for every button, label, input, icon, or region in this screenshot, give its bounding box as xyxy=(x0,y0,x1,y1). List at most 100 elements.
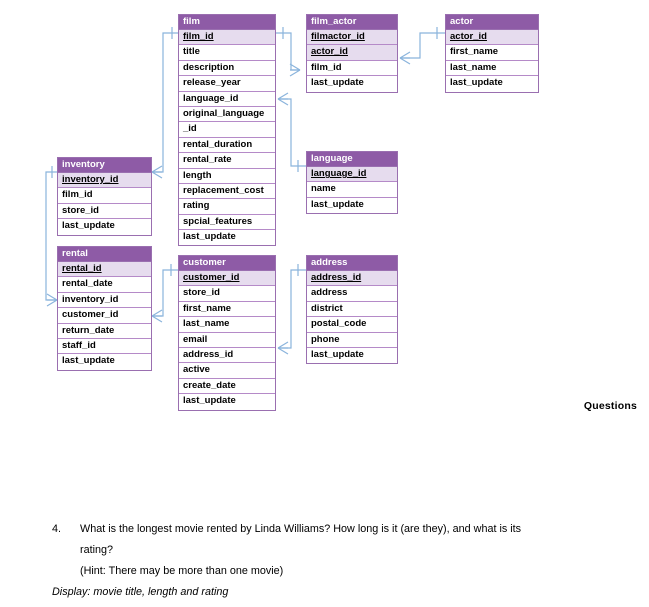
entity-actor: actor actor_id first_name last_name last_upd… xyxy=(445,14,539,93)
column-language-language_id: language_id xyxy=(307,167,397,183)
crowfoot-filmactor-actor-id xyxy=(399,51,411,65)
column-label: film_id xyxy=(183,31,214,42)
column-rental-rental_id: rental_id xyxy=(58,262,151,278)
column-label: original_language xyxy=(183,107,265,119)
column-rental-rental_date: rental_date xyxy=(58,277,151,293)
entity-language: language language_idname last_update xyxy=(306,151,398,215)
entity-customer: customer customer_id store_id first_name las… xyxy=(178,255,276,411)
column-label: staff_id xyxy=(62,339,96,351)
column-customer-last_update: last_update xyxy=(179,394,275,410)
column-label: last_update xyxy=(62,220,115,232)
column-rental-last_update: last_update xyxy=(58,354,151,370)
link-language-film xyxy=(278,98,306,167)
column-customer-store_id: store_id xyxy=(179,286,275,302)
column-label: length xyxy=(183,169,212,181)
column-rental-return_date: return_date xyxy=(58,323,151,339)
column-label: title xyxy=(183,46,200,58)
column-label: return_date xyxy=(62,324,115,336)
column-customer-first_name: first_name xyxy=(179,301,275,318)
column-actor-first_name: first_name xyxy=(446,45,538,61)
column-label: last_update xyxy=(311,348,364,360)
entity-header-address: address xyxy=(307,256,397,271)
question-text: What is the longest movie rented by Lind… xyxy=(80,523,522,535)
column-label: replacement_cost xyxy=(183,184,264,196)
column-film-rental_rate: rental_rate xyxy=(179,153,275,169)
question-number: 4. xyxy=(52,523,62,535)
column-label: district xyxy=(311,302,343,314)
crowfoot-rental-customer-id xyxy=(151,309,163,323)
column-film-title: title xyxy=(179,45,275,61)
column-label: store_id xyxy=(62,204,99,216)
column-film_actor-actor_id: actor_id xyxy=(307,45,397,61)
column-label: active xyxy=(183,364,210,376)
column-actor-last_name: last_name xyxy=(446,60,538,77)
column-inventory-last_update: last_update xyxy=(58,219,151,235)
column-label: actor_id xyxy=(311,46,348,58)
column-address-address: address xyxy=(307,286,397,302)
column-film-replacement_cost: replacement_cost xyxy=(179,183,275,200)
question-hint: (Hint: There may be more than one movie) xyxy=(80,565,284,577)
entity-header-inventory: inventory xyxy=(58,158,151,173)
column-actor-actor_id: actor_id xyxy=(446,30,538,46)
column-label: postal_code xyxy=(311,318,367,330)
column-film-language_id: language_id xyxy=(179,91,275,107)
column-label: language_id xyxy=(311,168,367,179)
column-label: rental_id xyxy=(62,263,102,274)
entity-film: film film_id title description release_year l… xyxy=(178,14,276,247)
entity-inventory: inventory inventory_id film_id store_idlast… xyxy=(57,157,152,236)
column-label: last_update xyxy=(62,355,115,367)
column-label: rental_rate xyxy=(183,154,232,166)
column-label: spcial_features xyxy=(183,215,253,227)
column-label: name xyxy=(311,183,336,195)
column-customer-address_id: address_id xyxy=(179,347,275,364)
column-film-length: length xyxy=(179,168,275,184)
column-label: release_year xyxy=(183,77,241,89)
column-address-last_update: last_update xyxy=(307,347,397,364)
column-customer-active: active xyxy=(179,363,275,379)
column-film-rating: rating xyxy=(179,199,275,215)
crowfoot-rental-inventory-id xyxy=(46,293,58,307)
column-rental-customer_id: customer_id xyxy=(58,308,151,324)
column-language-name: name xyxy=(307,182,397,198)
column-label: create_date xyxy=(183,379,236,391)
link-customer-rental xyxy=(152,269,178,317)
link-inventory-rental xyxy=(45,171,57,301)
column-label: last_name xyxy=(183,318,230,330)
column-label: customer_id xyxy=(62,309,119,321)
column-customer-last_name: last_name xyxy=(179,317,275,333)
column-film-original_language: original_language xyxy=(179,106,275,123)
entity-header-actor: actor xyxy=(446,15,538,30)
column-label: last_update xyxy=(311,77,364,89)
column-film-film_id: film_id xyxy=(179,30,275,46)
column-label: rental_date xyxy=(62,278,113,290)
column-label: address xyxy=(311,287,348,299)
link-address-customer xyxy=(278,269,306,349)
column-inventory-store_id: store_id xyxy=(58,203,151,220)
link-actor-filmactor xyxy=(400,32,445,59)
column-label: email xyxy=(183,333,208,345)
question-display-requirement: Display: movie title, length and rating xyxy=(52,586,229,598)
column-film-rental_duration: rental_duration xyxy=(179,137,275,154)
column-label: phone xyxy=(311,333,340,345)
crowfoot-inventory-film-id xyxy=(151,165,163,179)
questions-heading: Questions xyxy=(583,400,637,412)
column-film_actor-filmactor_id: filmactor_id xyxy=(307,30,397,46)
er-diagram: film film_id title description release_year l… xyxy=(0,0,649,470)
entity-address: address address_id address district postal_c… xyxy=(306,255,398,365)
column-customer-email: email xyxy=(179,332,275,348)
column-label: address_id xyxy=(183,348,234,360)
column-address-postal_code: postal_code xyxy=(307,317,397,333)
column-film_actor-last_update: last_update xyxy=(307,76,397,92)
column-film-spcial_features: spcial_features xyxy=(179,214,275,231)
column-label: inventory_id xyxy=(62,293,119,305)
column-label: inventory_id xyxy=(62,174,119,185)
column-label: film_id xyxy=(311,61,342,73)
entity-rental: rental rental_id rental_date inventory_id cu… xyxy=(57,246,152,371)
link-film-inventory xyxy=(152,32,178,173)
column-label: last_update xyxy=(183,231,236,243)
column-film-description: description xyxy=(179,60,275,77)
entity-header-language: language xyxy=(307,152,397,167)
link-film-filmactor xyxy=(276,32,300,71)
column-label: film_id xyxy=(62,189,93,201)
column-label: last_update xyxy=(311,198,364,210)
